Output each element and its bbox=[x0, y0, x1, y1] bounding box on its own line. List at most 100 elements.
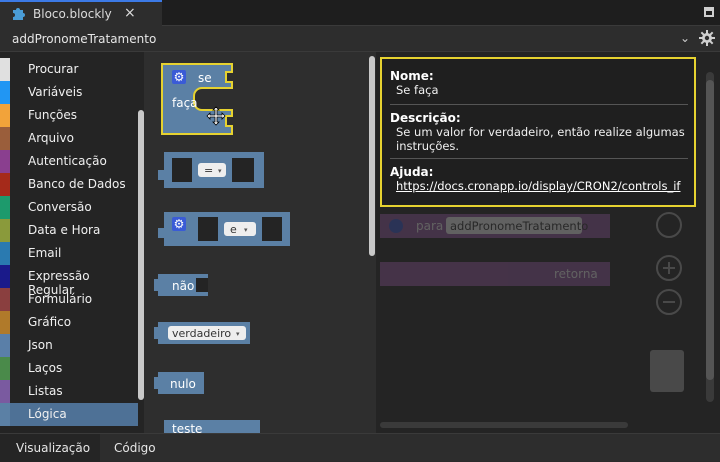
category-item[interactable]: Lógica bbox=[0, 403, 138, 426]
category-label: Email bbox=[28, 246, 62, 260]
category-label: Procurar bbox=[28, 62, 79, 76]
not-label: não bbox=[172, 279, 194, 293]
category-color-swatch bbox=[0, 104, 10, 127]
category-item[interactable]: Procurar bbox=[0, 58, 138, 81]
tooltip-help-label: Ajuda: bbox=[390, 165, 434, 179]
tooltip-name-section: Nome: Se faça bbox=[390, 69, 688, 105]
tooltip-help-link[interactable]: https://docs.cronapp.io/display/CRON2/co… bbox=[390, 179, 688, 193]
close-icon[interactable]: × bbox=[124, 5, 136, 21]
compare-operator[interactable]: = bbox=[204, 164, 213, 177]
help-icon[interactable] bbox=[389, 219, 403, 233]
category-label: Data e Hora bbox=[28, 223, 101, 237]
editor-tab[interactable]: Bloco.blockly × bbox=[0, 0, 162, 26]
category-item[interactable]: Email bbox=[0, 242, 138, 265]
category-item[interactable]: Json bbox=[0, 334, 138, 357]
function-select[interactable]: addPronomeTratamento bbox=[0, 26, 696, 52]
category-color-swatch bbox=[0, 357, 10, 380]
null-block[interactable]: nulo bbox=[154, 372, 204, 394]
category-color-swatch bbox=[0, 265, 10, 288]
category-item[interactable]: Laços bbox=[0, 357, 138, 380]
category-label: Variáveis bbox=[28, 85, 83, 99]
category-color-swatch bbox=[0, 288, 10, 311]
compare-block[interactable]: = ▾ bbox=[158, 152, 264, 188]
tooltip-description-line: Se um valor for verdadeiro, então realiz… bbox=[396, 125, 685, 139]
canvas-horizontal-scrollbar[interactable] bbox=[380, 422, 628, 428]
category-label: Formulário bbox=[28, 292, 93, 306]
category-color-swatch bbox=[0, 58, 10, 81]
chevron-down-icon: ▾ bbox=[218, 167, 222, 175]
tab-codigo[interactable]: Código bbox=[100, 434, 170, 462]
category-item[interactable]: Listas bbox=[0, 380, 138, 403]
chevron-down-icon: ▾ bbox=[236, 330, 240, 338]
flyout-scrollbar[interactable] bbox=[369, 56, 375, 256]
gear-icon[interactable] bbox=[698, 29, 716, 47]
center-icon[interactable] bbox=[656, 212, 682, 238]
svg-text:⚙: ⚙ bbox=[174, 70, 185, 84]
category-label: Json bbox=[28, 338, 53, 352]
category-label: Listas bbox=[28, 384, 63, 398]
category-item[interactable]: Banco de Dados bbox=[0, 173, 138, 196]
tab-title: Bloco.blockly bbox=[33, 7, 112, 21]
category-color-swatch bbox=[0, 403, 10, 426]
category-item[interactable]: Gráfico bbox=[0, 311, 138, 334]
category-label: Conversão bbox=[28, 200, 92, 214]
procedure-name-field[interactable]: addPronomeTratamento bbox=[450, 219, 588, 233]
if-do-block[interactable]: ⚙ se faça bbox=[161, 63, 233, 135]
category-color-swatch bbox=[0, 196, 10, 219]
boolean-value[interactable]: verdadeiro bbox=[172, 327, 231, 340]
editor-tab-bar: Bloco.blockly × bbox=[0, 0, 720, 26]
tooltip-description-label: Descrição: bbox=[390, 111, 461, 125]
puzzle-icon bbox=[13, 8, 25, 20]
category-item[interactable]: Autenticação bbox=[0, 150, 138, 173]
svg-text:⚙: ⚙ bbox=[174, 217, 185, 231]
boolean-block[interactable]: verdadeiro ▾ bbox=[154, 322, 250, 344]
category-color-swatch bbox=[0, 242, 10, 265]
ternary-block[interactable]: teste bbox=[164, 420, 260, 436]
category-label: Laços bbox=[28, 361, 63, 375]
category-color-swatch bbox=[0, 334, 10, 357]
tooltip-description-section: Descrição: Se um valor for verdadeiro, e… bbox=[390, 111, 688, 159]
category-item[interactable]: Expressão Regular bbox=[0, 265, 138, 297]
category-label: Lógica bbox=[28, 407, 67, 421]
category-color-swatch bbox=[0, 81, 10, 104]
null-label: nulo bbox=[170, 377, 196, 391]
ternary-label: teste bbox=[172, 422, 202, 433]
chevron-down-icon[interactable]: ⌄ bbox=[680, 31, 690, 45]
trash-icon[interactable] bbox=[650, 350, 684, 392]
zoom-controls bbox=[650, 212, 684, 392]
block-tooltip: Nome: Se faça Descrição: Se um valor for… bbox=[380, 57, 696, 207]
category-item[interactable]: Formulário bbox=[0, 288, 138, 311]
category-color-swatch bbox=[0, 150, 10, 173]
category-label: Funções bbox=[28, 108, 78, 122]
category-item[interactable]: Funções bbox=[0, 104, 138, 127]
category-color-swatch bbox=[0, 219, 10, 242]
block-flyout: ⚙ se faça = ▾ ⚙ e ▾ não verdadeiro ▾ nul… bbox=[144, 52, 376, 436]
procedure-to-label: para bbox=[416, 219, 443, 233]
category-color-swatch bbox=[0, 311, 10, 334]
category-item[interactable]: Variáveis bbox=[0, 81, 138, 104]
function-header: addPronomeTratamento ⌄ bbox=[0, 26, 720, 52]
return-label: retorna bbox=[554, 267, 598, 281]
tab-visualizacao[interactable]: Visualização bbox=[0, 434, 100, 462]
function-name: addPronomeTratamento bbox=[12, 32, 157, 46]
flyout-blocks: ⚙ se faça = ▾ ⚙ e ▾ não verdadeiro ▾ nul… bbox=[154, 63, 290, 436]
blockly-workspace: Procurar Variáveis Funções Arquivo Autentica… bbox=[0, 52, 720, 436]
logic-operation-block[interactable]: ⚙ e ▾ bbox=[158, 212, 290, 246]
if-label: se bbox=[198, 71, 212, 85]
category-label: Arquivo bbox=[28, 131, 74, 145]
chevron-down-icon: ▾ bbox=[244, 226, 248, 234]
category-toolbox: Procurar Variáveis Funções Arquivo Autentica… bbox=[0, 58, 140, 433]
do-label: faça bbox=[172, 96, 198, 110]
not-block[interactable]: não bbox=[154, 274, 208, 296]
view-tab-bar: Visualização Código bbox=[0, 433, 720, 462]
category-item[interactable]: Conversão bbox=[0, 196, 138, 219]
category-color-swatch bbox=[0, 173, 10, 196]
category-label: Banco de Dados bbox=[28, 177, 126, 191]
category-item[interactable]: Data e Hora bbox=[0, 219, 138, 242]
category-color-swatch bbox=[0, 127, 10, 150]
logic-operator[interactable]: e bbox=[230, 223, 237, 236]
category-item[interactable]: Arquivo bbox=[0, 127, 138, 150]
canvas-vertical-scrollbar[interactable] bbox=[706, 80, 714, 380]
maximize-icon[interactable] bbox=[704, 7, 714, 17]
procedure-definition-block[interactable]: para addPronomeTratamento retorna bbox=[380, 214, 610, 286]
